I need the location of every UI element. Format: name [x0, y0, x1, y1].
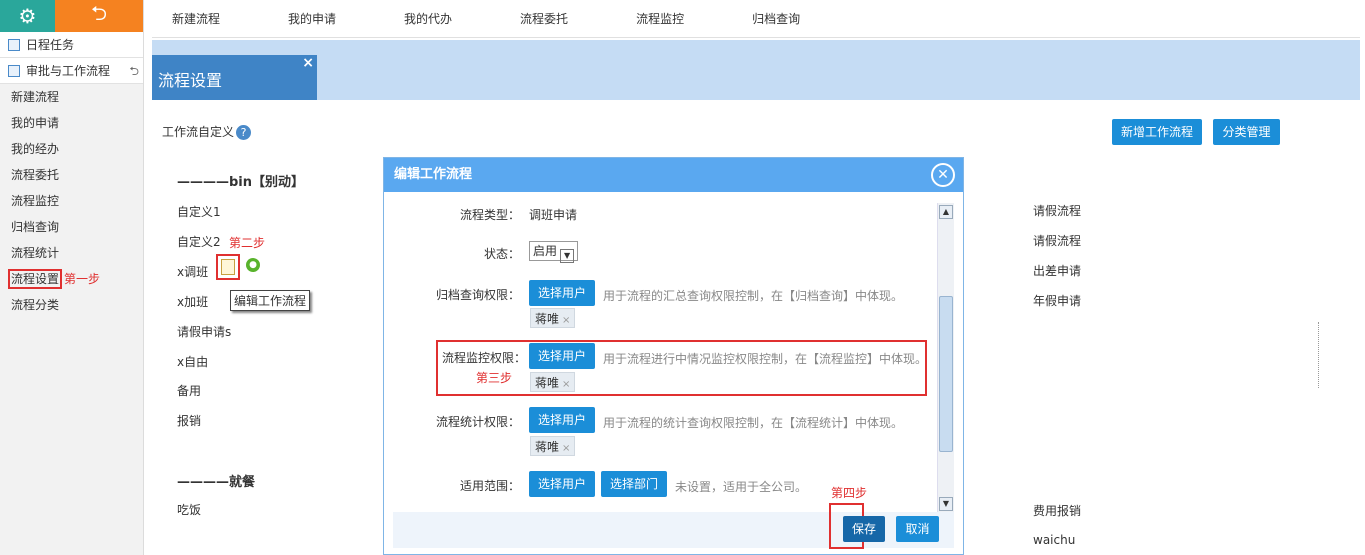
tag-remove-icon[interactable]: × — [562, 315, 570, 326]
chevron-down-icon: ▼ — [560, 249, 575, 263]
stats-select-user-button[interactable]: 选择用户 — [529, 407, 596, 433]
sidebar-item-stats[interactable]: 流程统计 — [0, 240, 143, 266]
calendar-icon — [8, 39, 20, 51]
stats-user-tag: 蒋唯 × — [530, 436, 576, 456]
sidebar-item-label: 归档查询 — [11, 220, 60, 234]
divider — [1318, 322, 1319, 388]
workflow-item[interactable]: 报销 — [177, 412, 201, 429]
status-value: 启用 — [533, 244, 558, 258]
nav-new[interactable]: 新建流程 — [172, 10, 220, 27]
sidebar-item-delegate[interactable]: 流程委托 — [0, 162, 143, 188]
archive-label: 归档查询权限： — [435, 288, 520, 302]
nav-apply[interactable]: 我的申请 — [288, 10, 336, 27]
sidebar-row-schedule[interactable]: 日程任务 — [0, 32, 143, 58]
workflow-item[interactable]: 自定义2 — [177, 233, 221, 250]
sidebar-row-label: 审批与工作流程 — [26, 64, 111, 78]
stats-hint: 用于流程的统计查询权限控制，在【流程统计】中体现。 — [603, 416, 904, 430]
sidebar-row-label: 日程任务 — [26, 38, 75, 52]
nav-todo[interactable]: 我的代办 — [404, 10, 452, 27]
add-workflow-button[interactable]: 新增工作流程 — [1112, 119, 1202, 145]
enable-icon[interactable]: ● — [246, 258, 260, 272]
tab-close-icon[interactable]: × — [302, 55, 314, 71]
scroll-down-icon[interactable]: ▼ — [939, 497, 953, 511]
workflow-item[interactable]: x加班 — [177, 293, 208, 310]
right-list-item[interactable]: 费用报销 — [1033, 502, 1081, 519]
sidebar-item-archive[interactable]: 归档查询 — [0, 214, 143, 240]
tag-text: 蒋唯 — [535, 440, 560, 454]
category-mgmt-button[interactable]: 分类管理 — [1213, 119, 1280, 145]
sidebar-item-new[interactable]: 新建流程 — [0, 84, 143, 110]
right-list-item[interactable]: 请假流程 — [1033, 202, 1081, 219]
save-button[interactable]: 保存 — [843, 516, 885, 542]
scope-label: 适用范围： — [459, 479, 520, 493]
sidebar-item-category[interactable]: 流程分类 — [0, 292, 143, 318]
workflow-def-label: 工作流自定义? — [162, 123, 252, 140]
tooltip: 编辑工作流程 — [230, 290, 311, 311]
type-value: 调班申请 — [529, 208, 578, 222]
group-heading: ————就餐 — [177, 475, 256, 490]
workflow-item[interactable]: 自定义1 — [177, 203, 221, 220]
modal-title: 编辑工作流程 — [394, 167, 473, 182]
sidebar-top: ⚙ ⮌ — [0, 0, 143, 32]
scope-select-dept-button[interactable]: 选择部门 — [601, 471, 668, 497]
status-label: 状态： — [483, 247, 520, 261]
scope-hint: 未设置，适用于全公司。 — [675, 480, 808, 494]
nav-monitor[interactable]: 流程监控 — [636, 10, 684, 27]
close-icon[interactable]: ✕ — [931, 163, 955, 187]
right-list-item[interactable]: 出差申请 — [1033, 262, 1081, 279]
nav-archive[interactable]: 归档查询 — [752, 10, 800, 27]
archive-hint: 用于流程的汇总查询权限控制，在【归档查询】中体现。 — [603, 289, 904, 303]
sidebar-item-label: 流程分类 — [11, 298, 60, 312]
status-select[interactable]: 启用 ▼ — [529, 241, 579, 263]
right-list-item[interactable]: waichu — [1033, 533, 1075, 547]
workflow-item[interactable]: 吃饭 — [177, 501, 201, 518]
tag-text: 蒋唯 — [535, 312, 560, 326]
workflow-item[interactable]: x调班 — [177, 263, 208, 280]
edit-pencil-icon — [221, 259, 235, 275]
step3-highlight — [436, 340, 927, 396]
scroll-thumb[interactable] — [939, 296, 953, 452]
modal-header: 编辑工作流程 ✕ — [384, 158, 963, 192]
sidebar-item-label: 我的经办 — [11, 142, 60, 156]
workflow-def-text: 工作流自定义 — [162, 125, 235, 139]
scope-select-user-button[interactable]: 选择用户 — [529, 471, 596, 497]
edit-icon-box[interactable] — [216, 254, 240, 280]
tag-remove-icon[interactable]: × — [562, 443, 570, 454]
sidebar-row-workflow[interactable]: 审批与工作流程 ⮌ — [0, 58, 143, 84]
sidebar-item-label: 流程统计 — [11, 246, 60, 260]
sidebar-item-handled[interactable]: 我的经办 — [0, 136, 143, 162]
right-list-item[interactable]: 年假申请 — [1033, 292, 1081, 309]
return-icon[interactable]: ⮌ — [129, 58, 139, 84]
workflow-item[interactable]: x自由 — [177, 353, 208, 370]
sidebar-item-apply[interactable]: 我的申请 — [0, 110, 143, 136]
scroll-up-icon[interactable]: ▲ — [939, 205, 953, 219]
nav-delegate[interactable]: 流程委托 — [520, 10, 568, 27]
archive-select-user-button[interactable]: 选择用户 — [529, 280, 596, 306]
group-heading: ————bin【别动】 — [177, 175, 305, 190]
sidebar-item-label: 流程设置 — [7, 269, 63, 289]
sidebar-item-label: 流程监控 — [11, 194, 60, 208]
help-icon[interactable]: ? — [236, 125, 252, 140]
sidebar-item-label: 新建流程 — [11, 90, 60, 104]
right-list-item[interactable]: 请假流程 — [1033, 232, 1081, 249]
sidebar-item-monitor[interactable]: 流程监控 — [0, 188, 143, 214]
gear-icon[interactable]: ⚙ — [0, 0, 55, 32]
sidebar-item-label: 我的申请 — [11, 116, 60, 130]
type-label: 流程类型： — [459, 208, 520, 222]
tab-band — [152, 40, 1360, 100]
back-icon[interactable]: ⮌ — [55, 0, 143, 32]
top-nav: 新建流程 我的申请 我的代办 流程委托 流程监控 归档查询 — [152, 0, 1360, 38]
step2-annotation: 第二步 — [229, 236, 266, 250]
sidebar-item-label: 流程委托 — [11, 168, 60, 182]
workflow-item[interactable]: 请假申请s — [177, 323, 231, 340]
tab-process-settings[interactable]: 流程设置 × — [152, 55, 317, 100]
stats-label: 流程统计权限： — [435, 415, 520, 429]
user-flow-icon — [8, 65, 20, 77]
workflow-item[interactable]: 备用 — [177, 382, 201, 399]
archive-user-tag: 蒋唯 × — [530, 308, 576, 328]
tab-title: 流程设置 — [158, 71, 223, 90]
cancel-button[interactable]: 取消 — [896, 516, 939, 542]
step1-annotation: 第一步 — [64, 272, 101, 286]
step4-annotation: 第四步 — [831, 486, 868, 500]
